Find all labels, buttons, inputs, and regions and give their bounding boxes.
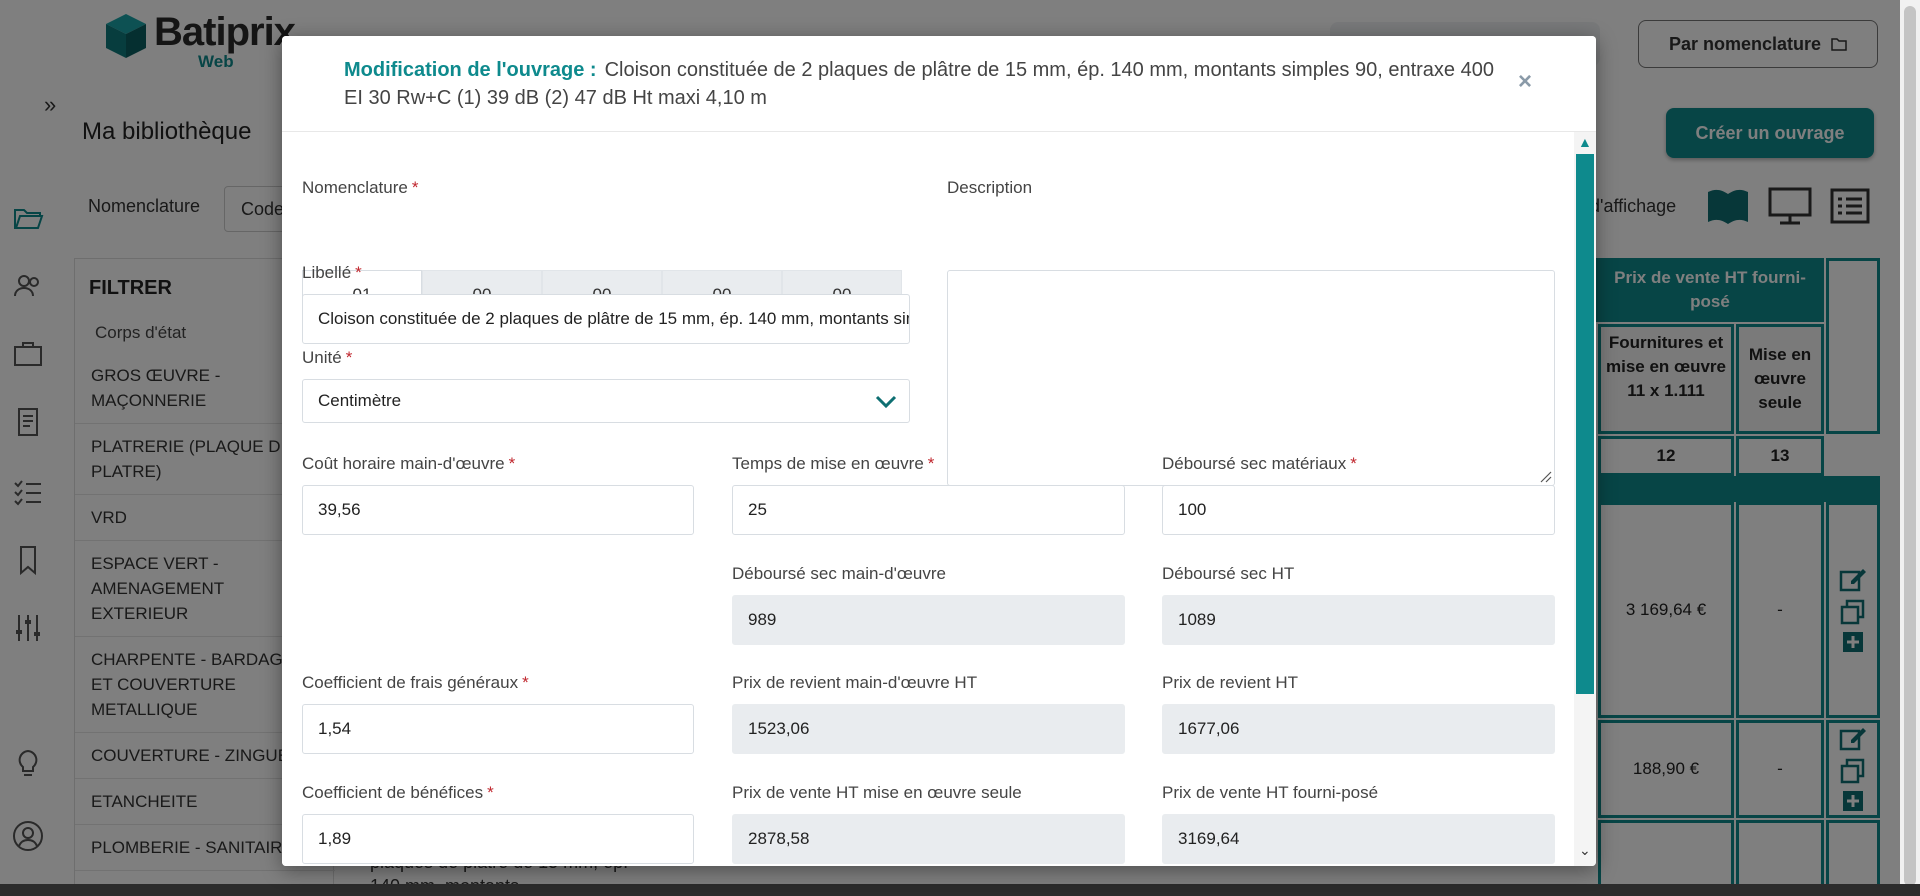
coef-benefices-label: Coefficient de bénéfices * xyxy=(302,783,494,802)
coef-frais-label: Coefficient de frais généraux * xyxy=(302,673,529,692)
edit-ouvrage-modal: Modification de l'ouvrage : Cloison const… xyxy=(282,36,1596,866)
coef-benefices-input[interactable]: 1,89 xyxy=(302,814,694,864)
modal-header: Modification de l'ouvrage : Cloison const… xyxy=(282,36,1596,132)
scroll-down-icon[interactable]: ⌄ xyxy=(1579,842,1591,859)
prix-vente-fourni-value: 3169,64 xyxy=(1162,814,1555,864)
taskbar-strip xyxy=(0,884,1920,896)
unite-selected-value: Centimètre xyxy=(318,391,402,410)
debourse-ht-label: Déboursé sec HT xyxy=(1162,564,1295,583)
page-scrollbar[interactable] xyxy=(1900,0,1920,896)
modal-body: Nomenclature* 01 00 00 00 00 Description… xyxy=(282,132,1574,866)
debourse-materiaux-label: Déboursé sec matériaux * xyxy=(1162,454,1357,473)
temps-mise-input[interactable]: 25 xyxy=(732,485,1125,535)
debourse-mo-value: 989 xyxy=(732,595,1125,645)
page-scrollbar-thumb[interactable] xyxy=(1904,6,1916,886)
modal-scrollbar-thumb[interactable] xyxy=(1576,154,1594,694)
temps-mise-label: Temps de mise en œuvre * xyxy=(732,454,935,473)
libelle-label: Libellé * xyxy=(302,263,362,282)
debourse-ht-value: 1089 xyxy=(1162,595,1555,645)
chevron-down-icon xyxy=(875,395,897,409)
prix-revient-ht-value: 1677,06 xyxy=(1162,704,1555,754)
prix-revient-ht-label: Prix de revient HT xyxy=(1162,673,1299,692)
debourse-mo-label: Déboursé sec main-d'œuvre xyxy=(732,564,946,583)
resize-grip-icon[interactable] xyxy=(1538,469,1552,483)
unite-label: Unité * xyxy=(302,348,353,367)
nomenclature-field-label: Nomenclature * xyxy=(302,178,419,197)
unite-select[interactable]: Centimètre xyxy=(302,379,910,423)
cout-horaire-label: Coût horaire main-d'œuvre * xyxy=(302,454,516,473)
coef-frais-input[interactable]: 1,54 xyxy=(302,704,694,754)
modal-scrollbar[interactable]: ▲ ⌄ xyxy=(1574,132,1596,866)
prix-revient-mo-value: 1523,06 xyxy=(732,704,1125,754)
libelle-input[interactable]: Cloison constituée de 2 plaques de plâtr… xyxy=(302,294,910,344)
close-icon[interactable]: × xyxy=(1518,68,1532,96)
description-label: Description xyxy=(947,178,1033,197)
prix-revient-mo-label: Prix de revient main-d'œuvre HT xyxy=(732,673,978,692)
modal-title: Modification de l'ouvrage : Cloison const… xyxy=(344,56,1494,112)
debourse-materiaux-input[interactable]: 100 xyxy=(1162,485,1555,535)
prix-vente-mise-value: 2878,58 xyxy=(732,814,1125,864)
scroll-up-icon[interactable]: ▲ xyxy=(1578,134,1592,150)
prix-vente-fourni-label: Prix de vente HT fourni-posé xyxy=(1162,783,1379,802)
prix-vente-mise-label: Prix de vente HT mise en œuvre seule xyxy=(732,783,1022,802)
modal-title-prefix: Modification de l'ouvrage : xyxy=(344,59,597,81)
cout-horaire-input[interactable]: 39,56 xyxy=(302,485,694,535)
